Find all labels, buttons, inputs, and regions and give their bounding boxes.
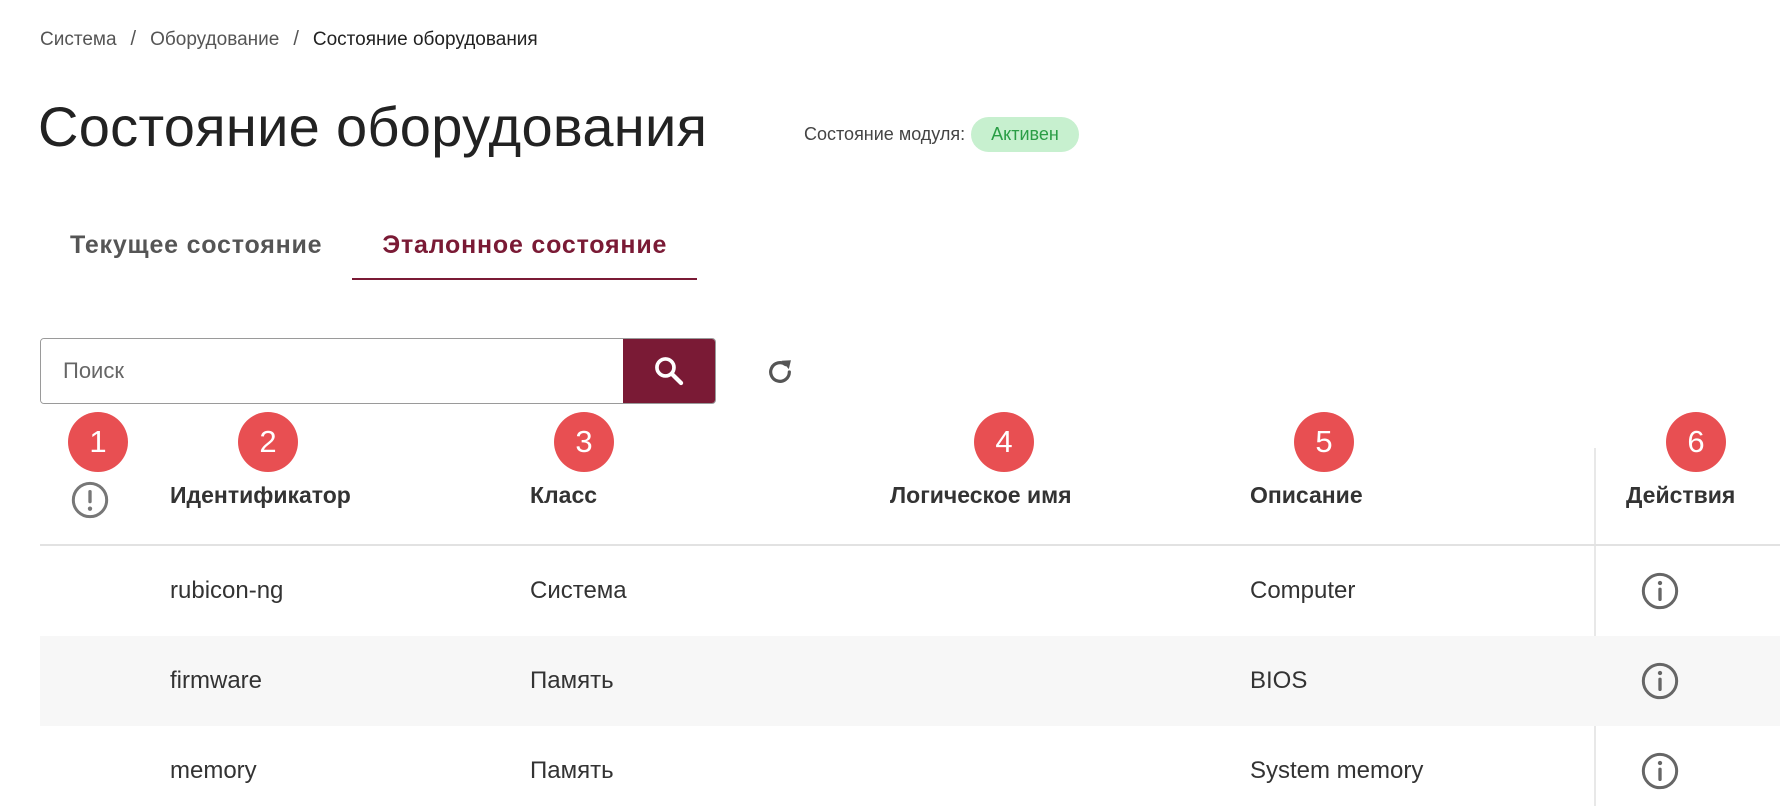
breadcrumb-separator: / xyxy=(130,28,137,50)
column-header-logical-name[interactable]: Логическое имя xyxy=(890,482,1072,509)
breadcrumb-item-system[interactable]: Система xyxy=(40,29,117,51)
callout-marker-4: 4 xyxy=(974,412,1034,472)
breadcrumb-item-current: Состояние оборудования xyxy=(312,28,538,50)
table-row[interactable]: memory Память System memory xyxy=(40,726,1780,806)
callout-marker-1: 1 xyxy=(68,412,128,472)
table-header: Идентификатор Класс Логическое имя Описа… xyxy=(40,472,1780,546)
cell-class: Память xyxy=(530,667,614,694)
cell-description: Computer xyxy=(1250,577,1356,604)
callout-marker-2: 2 xyxy=(238,412,298,472)
refresh-button[interactable] xyxy=(762,354,798,390)
table-row[interactable]: firmware Память BIOS xyxy=(40,636,1780,726)
tab-reference-state[interactable]: Эталонное состояние xyxy=(352,228,698,280)
column-header-actions: Действия xyxy=(1626,482,1736,508)
column-header-description[interactable]: Описание xyxy=(1250,482,1363,509)
alert-circle-icon xyxy=(71,481,109,519)
status-badge: Активен xyxy=(971,117,1079,152)
column-header-identifier[interactable]: Идентификатор xyxy=(170,482,351,509)
callout-marker-5: 5 xyxy=(1294,412,1354,472)
search-input[interactable] xyxy=(41,339,623,403)
page-title: Состояние оборудования xyxy=(38,95,708,158)
cell-identifier: firmware xyxy=(170,667,263,694)
refresh-icon xyxy=(769,360,791,383)
info-icon[interactable] xyxy=(1640,571,1680,611)
search-button[interactable] xyxy=(623,339,715,403)
module-state: Состояние модуля: Активен xyxy=(804,117,1079,152)
callout-marker-6: 6 xyxy=(1666,412,1726,472)
breadcrumb-item-equipment[interactable]: Оборудование xyxy=(150,29,279,51)
table-row[interactable]: rubicon-ng Система Computer xyxy=(40,546,1780,636)
search-icon xyxy=(655,357,684,386)
search-bar xyxy=(40,338,716,404)
breadcrumb-separator: / xyxy=(293,28,299,50)
module-state-label: Состояние модуля: xyxy=(804,124,966,144)
info-icon[interactable] xyxy=(1640,661,1680,701)
tabs: Текущее состояние Эталонное состояние xyxy=(40,228,698,280)
cell-description: System memory xyxy=(1250,757,1424,784)
cell-identifier: memory xyxy=(170,757,257,784)
callout-marker-3: 3 xyxy=(554,412,614,472)
breadcrumb: Система / Оборудование / Состояние обору… xyxy=(40,28,538,51)
hardware-state-page: Система / Оборудование / Состояние обору… xyxy=(0,0,1792,806)
tab-current-state[interactable]: Текущее состояние xyxy=(40,228,352,280)
hardware-table: Идентификатор Класс Логическое имя Описа… xyxy=(40,472,1780,806)
column-header-class[interactable]: Класс xyxy=(530,482,597,509)
cell-description: BIOS xyxy=(1250,667,1308,694)
cell-class: Память xyxy=(530,757,614,784)
cell-class: Система xyxy=(530,577,627,604)
cell-identifier: rubicon-ng xyxy=(170,577,284,604)
info-icon[interactable] xyxy=(1640,751,1680,791)
